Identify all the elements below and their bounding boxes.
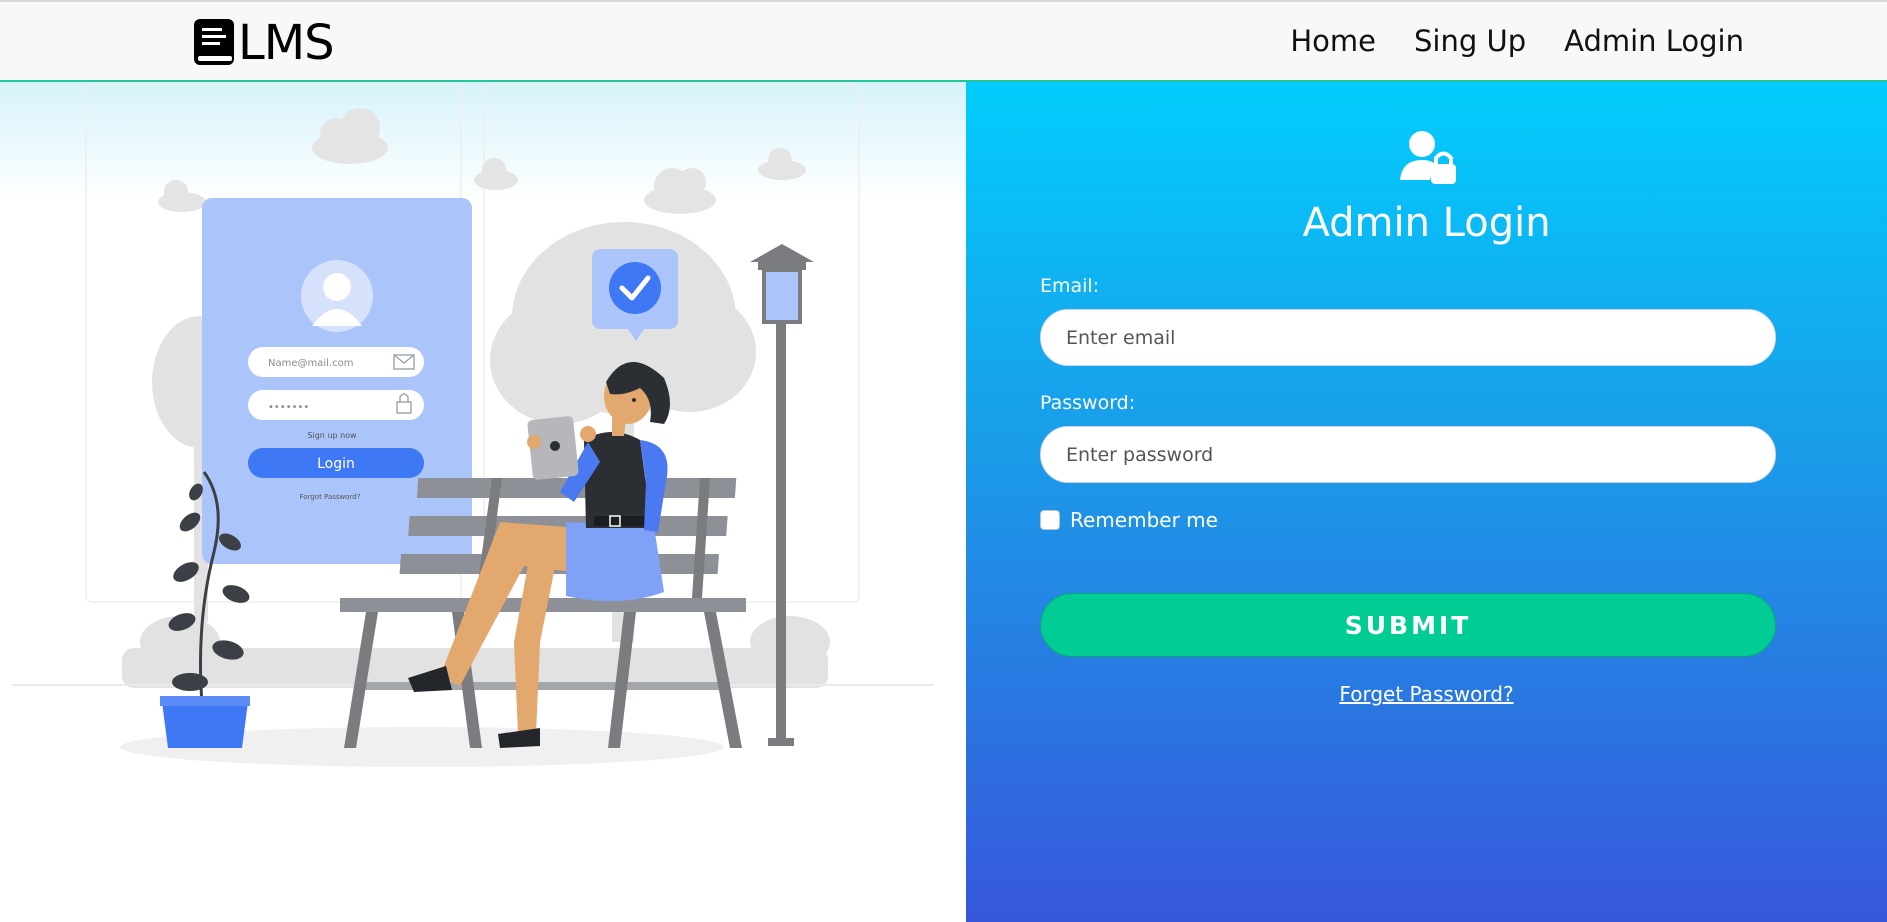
email-label: Email: [1040, 275, 1100, 297]
password-label: Password: [1040, 392, 1136, 414]
email-input[interactable] [1040, 309, 1776, 366]
illus-signup-text: Sign up now [307, 431, 357, 440]
remember-label: Remember me [1070, 508, 1218, 532]
illus-email-text: Name@mail.com [268, 358, 353, 369]
brand-logo[interactable]: LMS [192, 15, 335, 71]
submit-button[interactable]: SUBMIT [1040, 593, 1776, 657]
nav-link-sign-up[interactable]: Sing Up [1414, 20, 1526, 62]
remember-me: Remember me [1040, 508, 1218, 532]
remember-checkbox[interactable] [1040, 510, 1060, 530]
forgot-password-link[interactable]: Forget Password? [1339, 682, 1513, 706]
illustration-panel: Name@mail.com ••••••• Sign up now Login … [0, 82, 966, 922]
nav-link-home[interactable]: Home [1290, 20, 1376, 62]
admin-login-panel: Admin Login Email: Password: Remember me… [966, 82, 1887, 922]
user-lock-icon [1400, 131, 1456, 184]
illus-forgot-text: Forgot Password? [300, 493, 361, 501]
nav-link-admin-login[interactable]: Admin Login [1564, 20, 1744, 62]
nav-links: Home Sing Up Admin Login [1290, 20, 1744, 62]
illus-login-text: Login [317, 456, 355, 472]
login-illustration: Name@mail.com ••••••• Sign up now Login … [12, 83, 934, 767]
navbar: LMS Home Sing Up Admin Login [0, 0, 1887, 82]
password-input[interactable] [1040, 426, 1776, 483]
form-title: Admin Login [1302, 200, 1551, 246]
forgot-password: Forget Password? [966, 682, 1887, 706]
book-icon [194, 19, 234, 65]
brand-text: LMS [238, 15, 335, 71]
illus-password-text: ••••••• [268, 402, 309, 413]
